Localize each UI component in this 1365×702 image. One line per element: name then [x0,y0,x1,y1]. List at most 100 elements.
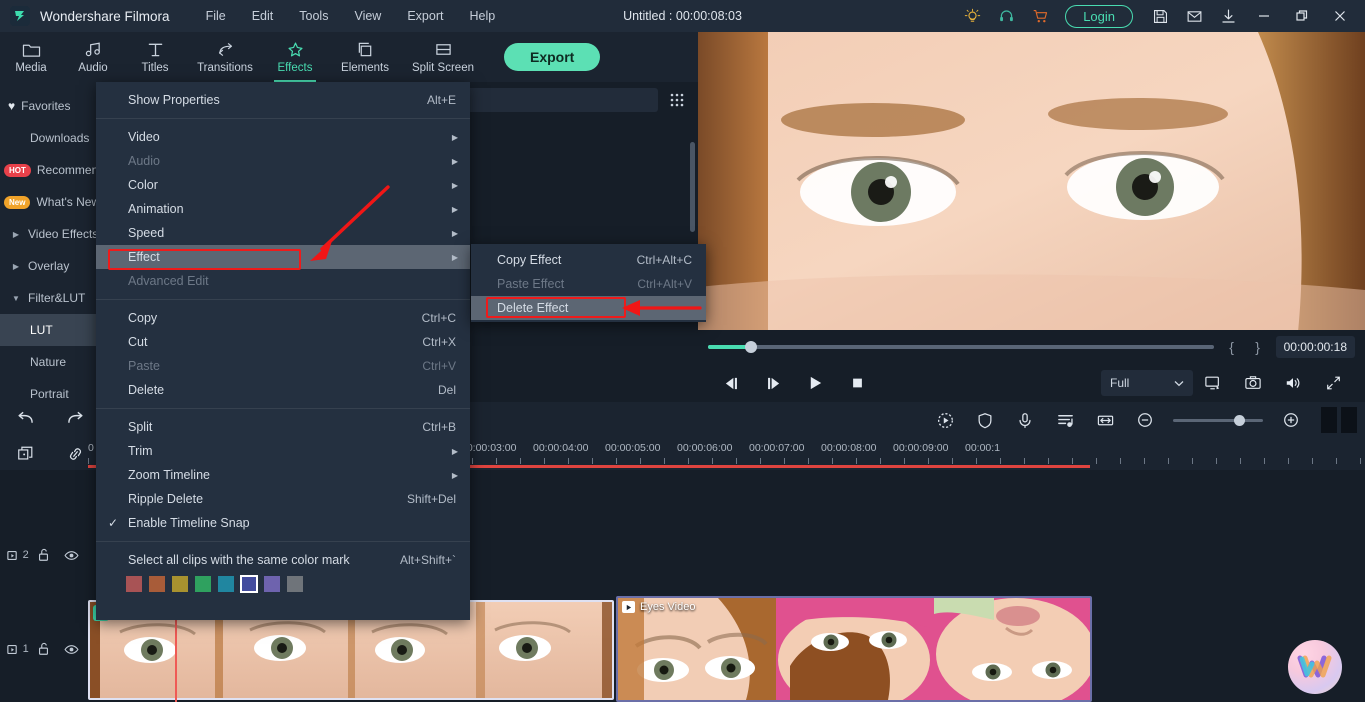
preview-timecode[interactable]: 00:00:00:18 [1275,336,1355,358]
stop-icon[interactable] [836,376,878,390]
menu-item-enable-timeline-snap[interactable]: ✓ Enable Timeline Snap [96,511,470,535]
eye-icon[interactable] [57,550,86,561]
export-button[interactable]: Export [504,43,601,71]
step-forward-icon[interactable] [752,376,794,391]
sidebar-item-overlay[interactable]: ▶ Overlay [0,250,100,282]
unlock-icon[interactable] [29,642,58,656]
menu-item-trim[interactable]: Trim ▶ [96,439,470,463]
undo-icon[interactable] [16,410,35,430]
tab-transitions[interactable]: Transitions [186,32,264,82]
color-mark-swatch[interactable] [218,576,234,592]
auto-reframe-icon[interactable] [925,402,965,438]
sidebar-item-lut[interactable]: LUT [0,314,100,346]
menu-help[interactable]: Help [469,9,495,23]
sidebar-item-video-effects[interactable]: ▶ Video Effects [0,218,100,250]
menu-item-show-properties[interactable]: Show Properties Alt+E [96,88,470,112]
fullscreen-icon[interactable] [1313,375,1353,391]
save-icon[interactable] [1143,0,1177,32]
color-mark-swatch[interactable] [126,576,142,592]
menu-item-split[interactable]: Split Ctrl+B [96,415,470,439]
tab-audio[interactable]: Audio [62,32,124,82]
redo-icon[interactable] [66,410,85,430]
menu-item-speed[interactable]: Speed ▶ [96,221,470,245]
submenu-item-delete-effect[interactable]: Delete Effect [471,296,706,320]
menu-item-label: Color [128,178,158,192]
color-mark-swatch[interactable] [287,576,303,592]
menu-view[interactable]: View [354,9,381,23]
tab-titles[interactable]: Titles [124,32,186,82]
sidebar-item-downloads[interactable]: Downloads [0,122,100,154]
crop-icon[interactable] [0,445,50,463]
mic-record-icon[interactable] [1005,402,1045,438]
cart-icon[interactable] [1023,0,1057,32]
tab-elements[interactable]: Elements [326,32,404,82]
sidebar-item-whats-new[interactable]: New What's New [0,186,100,218]
color-mark-swatch[interactable] [264,576,280,592]
sidebar-item-favorites[interactable]: ♥ Favorites [0,90,100,122]
menu-tools[interactable]: Tools [299,9,328,23]
zoom-out-button[interactable] [1125,402,1165,438]
camera-icon[interactable] [1233,375,1273,391]
grid-view-icon[interactable] [666,92,688,108]
link-icon[interactable] [50,445,100,463]
menu-item-video[interactable]: Video ▶ [96,125,470,149]
mark-out-icon[interactable]: } [1250,339,1266,355]
menu-item-select-same-color-mark[interactable]: Select all clips with the same color mar… [96,548,470,572]
fit-timeline-icon[interactable] [1085,402,1125,438]
color-mark-swatch[interactable] [240,575,258,593]
quality-select[interactable]: Full [1101,370,1193,396]
mail-icon[interactable] [1177,0,1211,32]
menu-file[interactable]: File [206,9,226,23]
sidebar-item-recommend[interactable]: HOT Recommend [0,154,100,186]
minimize-icon[interactable] [1245,0,1283,32]
tab-media[interactable]: Media [0,32,62,82]
zoom-slider-knob[interactable] [1234,414,1246,426]
zoom-in-button[interactable] [1271,402,1311,438]
color-mark-swatch[interactable] [149,576,165,592]
menu-item-animation[interactable]: Animation ▶ [96,197,470,221]
preview-scrubber-row: { } 00:00:00:18 [698,330,1365,364]
restore-icon[interactable] [1283,0,1321,32]
step-back-icon[interactable] [710,376,752,391]
sidebar-item-filter-lut[interactable]: ▼ Filter&LUT [0,282,100,314]
menu-item-delete[interactable]: Delete Del [96,378,470,402]
marker-in-icon[interactable] [1321,407,1337,433]
browser-scrollbar[interactable] [690,142,695,232]
ruler-tick [784,458,785,464]
menu-item-ripple-delete[interactable]: Ripple Delete Shift+Del [96,487,470,511]
scrubber-knob[interactable] [744,341,757,353]
preview-scrubber[interactable] [708,341,1214,353]
submenu-item-paste-effect: Paste Effect Ctrl+Alt+V [471,272,706,296]
menu-export[interactable]: Export [407,9,443,23]
ruler-tick [832,458,833,464]
snapshot-screen-icon[interactable] [1193,375,1233,391]
zoom-slider[interactable] [1173,414,1263,426]
login-button[interactable]: Login [1065,4,1133,28]
menu-item-color[interactable]: Color ▶ [96,173,470,197]
tab-effects[interactable]: Effects [264,32,326,82]
headset-icon[interactable] [989,0,1023,32]
color-mark-swatch[interactable] [172,576,188,592]
shield-icon[interactable] [965,402,1005,438]
menu-item-copy[interactable]: Copy Ctrl+C [96,306,470,330]
ruler-label: 00:00:06:00 [677,442,733,454]
mark-in-icon[interactable]: { [1224,339,1240,355]
unlock-icon[interactable] [29,548,58,562]
sidebar-item-nature[interactable]: Nature [0,346,100,378]
menu-item-cut[interactable]: Cut Ctrl+X [96,330,470,354]
lightbulb-icon[interactable] [955,0,989,32]
color-mark-swatch[interactable] [195,576,211,592]
tab-split-screen[interactable]: Split Screen [404,32,482,82]
menu-item-zoom-timeline[interactable]: Zoom Timeline ▶ [96,463,470,487]
marker-out-icon[interactable] [1341,407,1357,433]
submenu-item-copy-effect[interactable]: Copy Effect Ctrl+Alt+C [471,248,706,272]
audio-mixer-icon[interactable] [1045,402,1085,438]
timeline-clip-2[interactable]: Eyes Video [616,596,1092,702]
eye-icon[interactable] [57,644,86,655]
close-icon[interactable] [1321,0,1359,32]
download-icon[interactable] [1211,0,1245,32]
volume-icon[interactable] [1273,375,1313,391]
play-icon[interactable] [794,375,836,391]
menu-item-effect[interactable]: Effect ▶ [96,245,470,269]
menu-edit[interactable]: Edit [252,9,274,23]
